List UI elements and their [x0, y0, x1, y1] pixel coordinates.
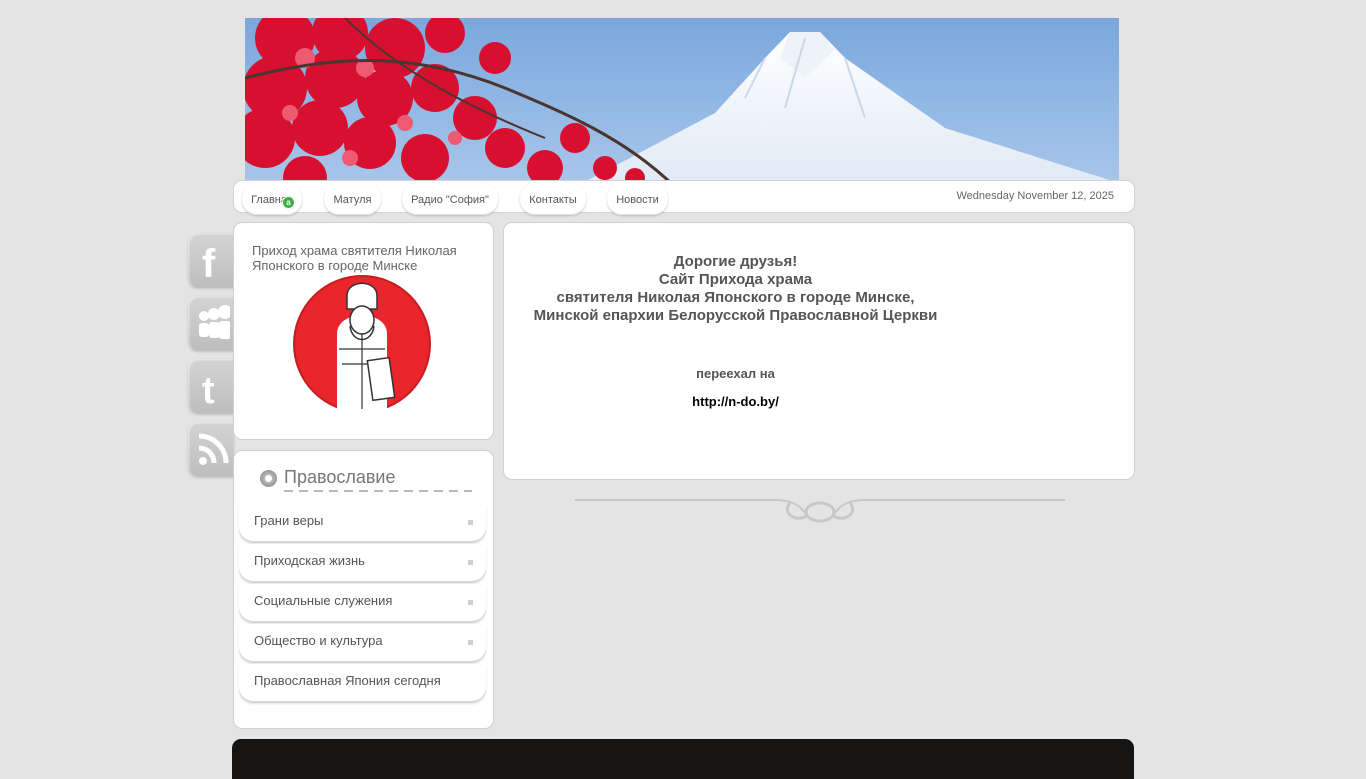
menu-item-label: Православная Япония сегодня [254, 673, 441, 688]
rss-button[interactable] [188, 422, 234, 477]
heading-line-2: Сайт Прихода храма [658, 271, 813, 288]
bullet-square-icon [468, 640, 473, 645]
bullet-square-icon [468, 520, 473, 525]
heading-line-1: Дорогие друзья! [673, 253, 798, 270]
footer [232, 739, 1134, 779]
menu-item-social-service[interactable]: Социальные служения [239, 584, 486, 621]
new-site-link[interactable]: http://n-do.by/ [505, 394, 966, 409]
current-date: Wednesday November 12, 2025 [956, 190, 1114, 202]
menu-item-label: Грани веры [254, 513, 324, 528]
mount-fuji-image [245, 18, 1119, 187]
menu-item-label: Социальные служения [254, 593, 393, 608]
menu-item-society-culture[interactable]: Общество и культура [239, 624, 486, 661]
ornament-divider [575, 499, 1065, 523]
menu-item-grani-very[interactable]: Грани веры [239, 504, 486, 541]
svg-text:t: t [202, 370, 215, 407]
facebook-icon: f [202, 242, 216, 281]
heading-line-4: Минской епархии Белорусской Православной… [533, 307, 938, 324]
header-banner [245, 18, 1119, 187]
menu-item-label: Общество и культура [254, 633, 383, 648]
heading-line-3: святителя Николая Японского в городе Мин… [556, 289, 915, 306]
nav-tab-radio-sofia[interactable]: Радио "София" [402, 183, 498, 215]
myspace-icon [199, 305, 230, 339]
parish-title: Приход храма святителя Николая Японского… [252, 243, 457, 273]
menu-item-label: Приходская жизнь [254, 553, 365, 568]
facebook-button[interactable]: f [188, 233, 234, 288]
rss-icon [198, 433, 229, 465]
bullet-icon [260, 470, 277, 487]
nav-tab-matulya[interactable]: Матуля [324, 183, 381, 215]
myspace-button[interactable] [188, 296, 234, 351]
bullet-square-icon [468, 560, 473, 565]
st-nicholas-icon [293, 275, 431, 414]
twitter-button[interactable]: t [188, 359, 234, 414]
section-title: Православие [284, 467, 396, 487]
moved-text: переехал на [696, 366, 775, 381]
nav-tab-news[interactable]: Новости [607, 183, 668, 215]
svg-text:f: f [202, 242, 216, 281]
bullet-square-icon [468, 600, 473, 605]
nav-tab-contacts[interactable]: Контакты [520, 183, 586, 215]
notification-badge: а [282, 196, 295, 209]
menu-item-orthodox-japan[interactable]: Православная Япония сегодня [239, 664, 486, 701]
twitter-icon: t [202, 370, 215, 407]
menu-item-parish-life[interactable]: Приходская жизнь [239, 544, 486, 581]
divider [284, 490, 472, 492]
